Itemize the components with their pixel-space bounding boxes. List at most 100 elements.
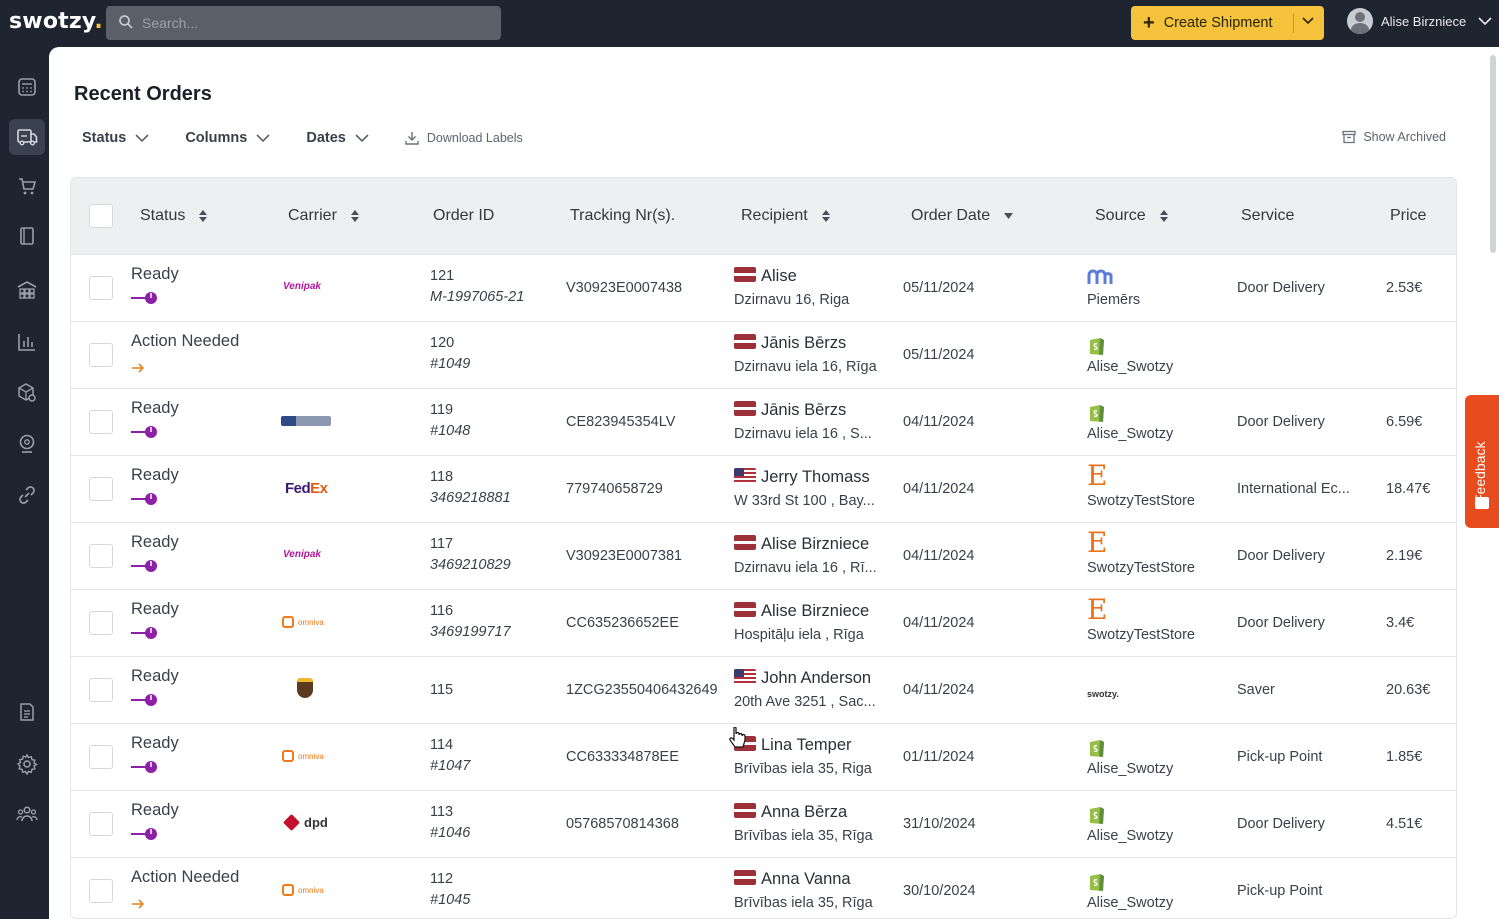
- sidebar-item-team[interactable]: [9, 796, 45, 832]
- tracking-number[interactable]: V30923E0007438: [566, 280, 682, 296]
- tracking-number[interactable]: CC633334878EE: [566, 749, 679, 765]
- sidebar-item-settings[interactable]: [9, 746, 45, 782]
- recipient-name: John Anderson: [734, 669, 871, 688]
- order-reference: #1047: [430, 758, 471, 774]
- tracking-number[interactable]: V30923E0007381: [566, 548, 682, 564]
- order-reference: M-1997065-21: [430, 289, 525, 305]
- search-box[interactable]: [106, 6, 501, 40]
- recipient-name-text: Jānis Bērzs: [761, 401, 847, 419]
- row-checkbox[interactable]: [89, 879, 113, 903]
- table-row[interactable]: Ready FedEx 118 3469218881 779740658729 Jerry…: [71, 455, 1456, 522]
- source-name: SwotzyTestStore: [1087, 560, 1195, 576]
- table-row[interactable]: Ready dpd 113 #1046 05768570814368 Anna Bērza…: [71, 790, 1456, 857]
- tracking-number[interactable]: 779740658729: [566, 481, 663, 497]
- table-row[interactable]: Ready 119 #1048 CE823945354LV Jānis Bērzs Dzi…: [71, 388, 1456, 455]
- order-date: 05/11/2024: [903, 280, 975, 296]
- shopify-icon: [1087, 737, 1107, 764]
- chevron-down-icon: [355, 133, 369, 142]
- col-order-id-header: Order ID: [433, 207, 494, 225]
- table-row[interactable]: Ready omniva 116 3469199717 CC635236652EE Ali…: [71, 589, 1456, 656]
- order-id[interactable]: 120: [430, 335, 454, 351]
- order-id[interactable]: 115: [430, 682, 453, 698]
- app-logo[interactable]: swotzy.: [9, 9, 103, 34]
- order-id[interactable]: 112: [430, 871, 453, 887]
- sidebar-item-products[interactable]: [9, 375, 45, 411]
- ups-logo: [297, 678, 313, 698]
- col-source-header[interactable]: Source: [1095, 207, 1168, 225]
- sidebar-item-analytics[interactable]: [9, 324, 45, 360]
- row-checkbox[interactable]: [89, 611, 113, 635]
- chevron-down-icon[interactable]: [1302, 17, 1314, 25]
- row-checkbox[interactable]: [89, 745, 113, 769]
- sidebar-item-tracking[interactable]: [9, 426, 45, 462]
- recipient-name: Jānis Bērzs: [734, 401, 846, 420]
- fedex-logo: FedEx: [285, 480, 328, 497]
- service-name: Door Delivery: [1237, 615, 1325, 631]
- col-recipient-header[interactable]: Recipient: [741, 207, 830, 225]
- sidebar-item-integrations[interactable]: [9, 477, 45, 513]
- recipient-name-text: Anna Bērza: [761, 803, 848, 821]
- sidebar-item-orders[interactable]: [9, 119, 45, 155]
- select-all-checkbox[interactable]: [89, 204, 113, 228]
- row-checkbox[interactable]: [89, 276, 113, 300]
- col-order-date-label: Order Date: [911, 207, 991, 224]
- sidebar-item-warehouse[interactable]: [9, 272, 45, 308]
- sidebar-item-cart[interactable]: [9, 168, 45, 204]
- download-labels-button[interactable]: Download Labels: [405, 131, 523, 145]
- row-checkbox[interactable]: [89, 343, 113, 367]
- sidebar-item-dashboard[interactable]: [9, 69, 45, 105]
- order-id[interactable]: 119: [430, 402, 453, 418]
- tracking-number[interactable]: 1ZCG23550406432649: [566, 682, 718, 698]
- table-row[interactable]: Ready Venipak 121 M-1997065-21 V30923E000743…: [71, 254, 1456, 321]
- create-shipment-button[interactable]: + Create Shipment: [1131, 6, 1324, 40]
- table-row[interactable]: Action Needed 120 #1049 Jānis Bērzs Dzirnavu…: [71, 321, 1456, 388]
- tracking-number[interactable]: 05768570814368: [566, 816, 679, 832]
- search-input[interactable]: [142, 6, 492, 40]
- order-date: 01/11/2024: [903, 749, 975, 765]
- show-archived-button[interactable]: Show Archived: [1342, 130, 1446, 144]
- dates-filter[interactable]: Dates: [306, 130, 369, 146]
- recipient-name-text: Alise: [761, 267, 797, 285]
- tracking-number[interactable]: CC635236652EE: [566, 615, 679, 631]
- order-id[interactable]: 121: [430, 268, 454, 284]
- row-checkbox[interactable]: [89, 678, 113, 702]
- recipient-name: Lina Temper: [734, 736, 852, 755]
- row-checkbox[interactable]: [89, 410, 113, 434]
- order-date: 04/11/2024: [903, 682, 975, 698]
- warehouse-icon: [17, 281, 37, 299]
- plus-icon: +: [1143, 12, 1155, 34]
- feedback-tab[interactable]: Feedback: [1465, 395, 1499, 528]
- table-row[interactable]: Ready omniva 114 #1047 CC633334878EE Lina Tem…: [71, 723, 1456, 790]
- filter-bar: Status Columns Dates Download Labels: [82, 130, 523, 146]
- scrollbar[interactable]: [1490, 55, 1496, 253]
- arrow-right-icon: [131, 360, 145, 378]
- chat-icon: [1475, 497, 1489, 509]
- sidebar-item-book[interactable]: [9, 218, 45, 254]
- order-id[interactable]: 118: [430, 469, 453, 485]
- order-id[interactable]: 116: [430, 603, 453, 619]
- col-carrier-header[interactable]: Carrier: [288, 207, 359, 225]
- service-name: Door Delivery: [1237, 816, 1325, 832]
- row-checkbox[interactable]: [89, 544, 113, 568]
- col-status-header[interactable]: Status: [140, 207, 208, 225]
- order-reference: #1046: [430, 825, 471, 841]
- order-id[interactable]: 114: [430, 737, 453, 753]
- row-checkbox[interactable]: [89, 812, 113, 836]
- price: 3.4€: [1386, 615, 1415, 631]
- tracking-number[interactable]: CE823945354LV: [566, 414, 675, 430]
- status-filter[interactable]: Status: [82, 130, 149, 146]
- order-id[interactable]: 113: [430, 804, 453, 820]
- table-row[interactable]: Ready 115 1ZCG23550406432649 John Anderson 2…: [71, 656, 1456, 723]
- table-row[interactable]: Action Needed omniva 112 #1045 Anna Vanna Brī…: [71, 857, 1456, 918]
- columns-filter[interactable]: Columns: [185, 130, 270, 146]
- row-checkbox[interactable]: [89, 477, 113, 501]
- user-menu[interactable]: Alise Birzniece: [1347, 8, 1492, 34]
- recipient-address: Dzirnavu 16, Riga: [734, 292, 850, 308]
- recipient-name: Alise Birzniece: [734, 602, 869, 621]
- dpd-logo: dpd: [283, 814, 328, 831]
- sidebar-item-documents[interactable]: [9, 694, 45, 730]
- status-text: Ready: [131, 667, 179, 685]
- order-id[interactable]: 117: [430, 536, 453, 552]
- table-row[interactable]: Ready Venipak 117 3469210829 V30923E0007381 A…: [71, 522, 1456, 589]
- col-order-date-header[interactable]: Order Date: [911, 207, 1014, 225]
